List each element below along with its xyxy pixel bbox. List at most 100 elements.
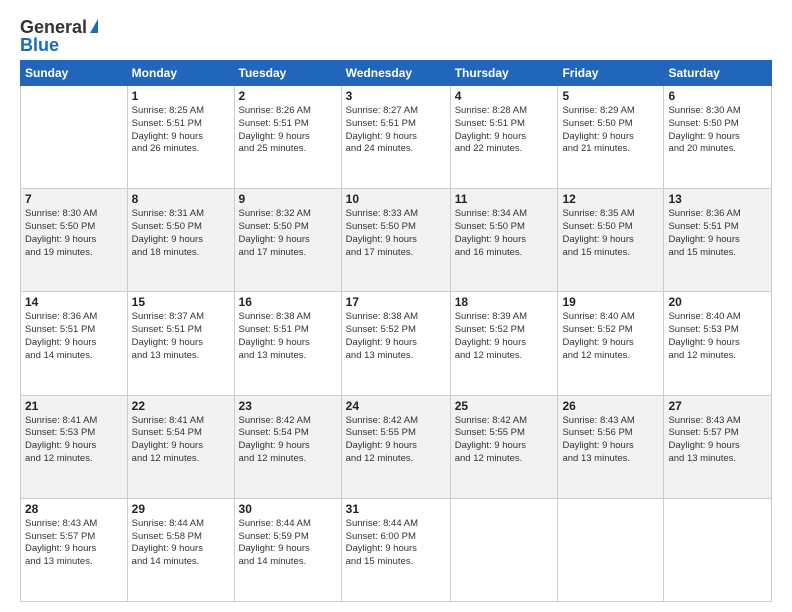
day-info: Sunrise: 8:44 AM Sunset: 5:58 PM Dayligh… [132,518,230,569]
day-info: Sunrise: 8:37 AM Sunset: 5:51 PM Dayligh… [132,311,230,362]
day-number: 1 [132,89,230,103]
calendar-cell: 1Sunrise: 8:25 AM Sunset: 5:51 PM Daylig… [127,86,234,189]
day-info: Sunrise: 8:30 AM Sunset: 5:50 PM Dayligh… [25,208,123,259]
day-number: 27 [668,399,767,413]
day-number: 11 [455,192,554,206]
day-number: 17 [346,295,446,309]
calendar-week-row: 7 Sunrise: 8:30 AM Sunset: 5:50 PM Daylig… [21,189,772,292]
calendar-cell: 22Sunrise: 8:41 AM Sunset: 5:54 PM Dayli… [127,395,234,498]
calendar-week-row: 1Sunrise: 8:25 AM Sunset: 5:51 PM Daylig… [21,86,772,189]
calendar-cell: 19 Sunrise: 8:40 AM Sunset: 5:52 PM Dayli… [558,292,664,395]
day-number: 8 [132,192,230,206]
day-number: 29 [132,502,230,516]
calendar-cell [450,498,558,601]
day-info: Sunrise: 8:35 AM Sunset: 5:50 PM Dayligh… [562,208,659,259]
day-info: Sunrise: 8:26 AM Sunset: 5:51 PM Dayligh… [239,105,337,156]
calendar-week-row: 14 Sunrise: 8:36 AM Sunset: 5:51 PM Dayli… [21,292,772,395]
day-number: 4 [455,89,554,103]
calendar-cell [21,86,128,189]
day-info: Sunrise: 8:33 AM Sunset: 5:50 PM Dayligh… [346,208,446,259]
calendar-header-friday: Friday [558,61,664,86]
calendar-cell: 30Sunrise: 8:44 AM Sunset: 5:59 PM Dayli… [234,498,341,601]
day-number: 13 [668,192,767,206]
day-info: Sunrise: 8:31 AM Sunset: 5:50 PM Dayligh… [132,208,230,259]
day-info: Sunrise: 8:40 AM Sunset: 5:52 PM Dayligh… [562,311,659,362]
calendar-header-row: SundayMondayTuesdayWednesdayThursdayFrid… [21,61,772,86]
day-number: 18 [455,295,554,309]
logo-triangle-icon [90,19,98,33]
day-info: Sunrise: 8:36 AM Sunset: 5:51 PM Dayligh… [668,208,767,259]
calendar-cell: 14 Sunrise: 8:36 AM Sunset: 5:51 PM Dayli… [21,292,128,395]
calendar-cell: 4 Sunrise: 8:28 AM Sunset: 5:51 PM Daylig… [450,86,558,189]
day-number: 28 [25,502,123,516]
calendar-cell: 8 Sunrise: 8:31 AM Sunset: 5:50 PM Daylig… [127,189,234,292]
calendar-cell: 18 Sunrise: 8:39 AM Sunset: 5:52 PM Dayli… [450,292,558,395]
day-info: Sunrise: 8:38 AM Sunset: 5:51 PM Dayligh… [239,311,337,362]
day-info: Sunrise: 8:41 AM Sunset: 5:54 PM Dayligh… [132,415,230,466]
day-number: 19 [562,295,659,309]
day-info: Sunrise: 8:36 AM Sunset: 5:51 PM Dayligh… [25,311,123,362]
calendar-cell: 26Sunrise: 8:43 AM Sunset: 5:56 PM Dayli… [558,395,664,498]
day-info: Sunrise: 8:27 AM Sunset: 5:51 PM Dayligh… [346,105,446,156]
day-number: 24 [346,399,446,413]
day-number: 16 [239,295,337,309]
calendar-cell: 21 Sunrise: 8:41 AM Sunset: 5:53 PM Dayli… [21,395,128,498]
page: General Blue SundayMondayTuesdayWednesda… [0,0,792,612]
day-info: Sunrise: 8:28 AM Sunset: 5:51 PM Dayligh… [455,105,554,156]
calendar-cell: 12Sunrise: 8:35 AM Sunset: 5:50 PM Dayli… [558,189,664,292]
calendar-cell: 9 Sunrise: 8:32 AM Sunset: 5:50 PM Daylig… [234,189,341,292]
calendar-cell: 17 Sunrise: 8:38 AM Sunset: 5:52 PM Dayli… [341,292,450,395]
calendar-cell: 28 Sunrise: 8:43 AM Sunset: 5:57 PM Dayli… [21,498,128,601]
calendar-header-sunday: Sunday [21,61,128,86]
day-number: 10 [346,192,446,206]
day-number: 5 [562,89,659,103]
calendar-cell: 29 Sunrise: 8:44 AM Sunset: 5:58 PM Dayli… [127,498,234,601]
day-number: 25 [455,399,554,413]
day-number: 9 [239,192,337,206]
calendar-week-row: 21 Sunrise: 8:41 AM Sunset: 5:53 PM Dayli… [21,395,772,498]
logo-general: General [20,18,87,36]
calendar-cell: 11 Sunrise: 8:34 AM Sunset: 5:50 PM Dayli… [450,189,558,292]
calendar-cell: 25 Sunrise: 8:42 AM Sunset: 5:55 PM Dayli… [450,395,558,498]
calendar-cell: 20 Sunrise: 8:40 AM Sunset: 5:53 PM Dayli… [664,292,772,395]
day-info: Sunrise: 8:41 AM Sunset: 5:53 PM Dayligh… [25,415,123,466]
day-info: Sunrise: 8:32 AM Sunset: 5:50 PM Dayligh… [239,208,337,259]
calendar-week-row: 28 Sunrise: 8:43 AM Sunset: 5:57 PM Dayli… [21,498,772,601]
calendar-cell [664,498,772,601]
calendar-cell: 16 Sunrise: 8:38 AM Sunset: 5:51 PM Dayli… [234,292,341,395]
logo: General Blue [20,18,98,54]
calendar-cell: 24Sunrise: 8:42 AM Sunset: 5:55 PM Dayli… [341,395,450,498]
calendar: SundayMondayTuesdayWednesdayThursdayFrid… [20,60,772,602]
day-info: Sunrise: 8:43 AM Sunset: 5:57 PM Dayligh… [668,415,767,466]
calendar-cell: 15 Sunrise: 8:37 AM Sunset: 5:51 PM Dayli… [127,292,234,395]
calendar-cell: 13 Sunrise: 8:36 AM Sunset: 5:51 PM Dayli… [664,189,772,292]
calendar-cell: 3Sunrise: 8:27 AM Sunset: 5:51 PM Daylig… [341,86,450,189]
day-number: 31 [346,502,446,516]
day-number: 20 [668,295,767,309]
day-info: Sunrise: 8:29 AM Sunset: 5:50 PM Dayligh… [562,105,659,156]
day-number: 7 [25,192,123,206]
calendar-header-wednesday: Wednesday [341,61,450,86]
calendar-header-tuesday: Tuesday [234,61,341,86]
day-info: Sunrise: 8:43 AM Sunset: 5:56 PM Dayligh… [562,415,659,466]
day-number: 23 [239,399,337,413]
day-number: 14 [25,295,123,309]
day-info: Sunrise: 8:43 AM Sunset: 5:57 PM Dayligh… [25,518,123,569]
calendar-cell: 7 Sunrise: 8:30 AM Sunset: 5:50 PM Daylig… [21,189,128,292]
day-info: Sunrise: 8:44 AM Sunset: 5:59 PM Dayligh… [239,518,337,569]
day-info: Sunrise: 8:42 AM Sunset: 5:54 PM Dayligh… [239,415,337,466]
calendar-header-monday: Monday [127,61,234,86]
calendar-cell: 10 Sunrise: 8:33 AM Sunset: 5:50 PM Dayli… [341,189,450,292]
day-info: Sunrise: 8:40 AM Sunset: 5:53 PM Dayligh… [668,311,767,362]
day-info: Sunrise: 8:39 AM Sunset: 5:52 PM Dayligh… [455,311,554,362]
calendar-cell: 5 Sunrise: 8:29 AM Sunset: 5:50 PM Daylig… [558,86,664,189]
calendar-header-thursday: Thursday [450,61,558,86]
day-number: 15 [132,295,230,309]
day-number: 21 [25,399,123,413]
calendar-cell: 27 Sunrise: 8:43 AM Sunset: 5:57 PM Dayli… [664,395,772,498]
calendar-cell: 31Sunrise: 8:44 AM Sunset: 6:00 PM Dayli… [341,498,450,601]
day-info: Sunrise: 8:42 AM Sunset: 5:55 PM Dayligh… [455,415,554,466]
day-number: 2 [239,89,337,103]
day-info: Sunrise: 8:38 AM Sunset: 5:52 PM Dayligh… [346,311,446,362]
day-info: Sunrise: 8:34 AM Sunset: 5:50 PM Dayligh… [455,208,554,259]
